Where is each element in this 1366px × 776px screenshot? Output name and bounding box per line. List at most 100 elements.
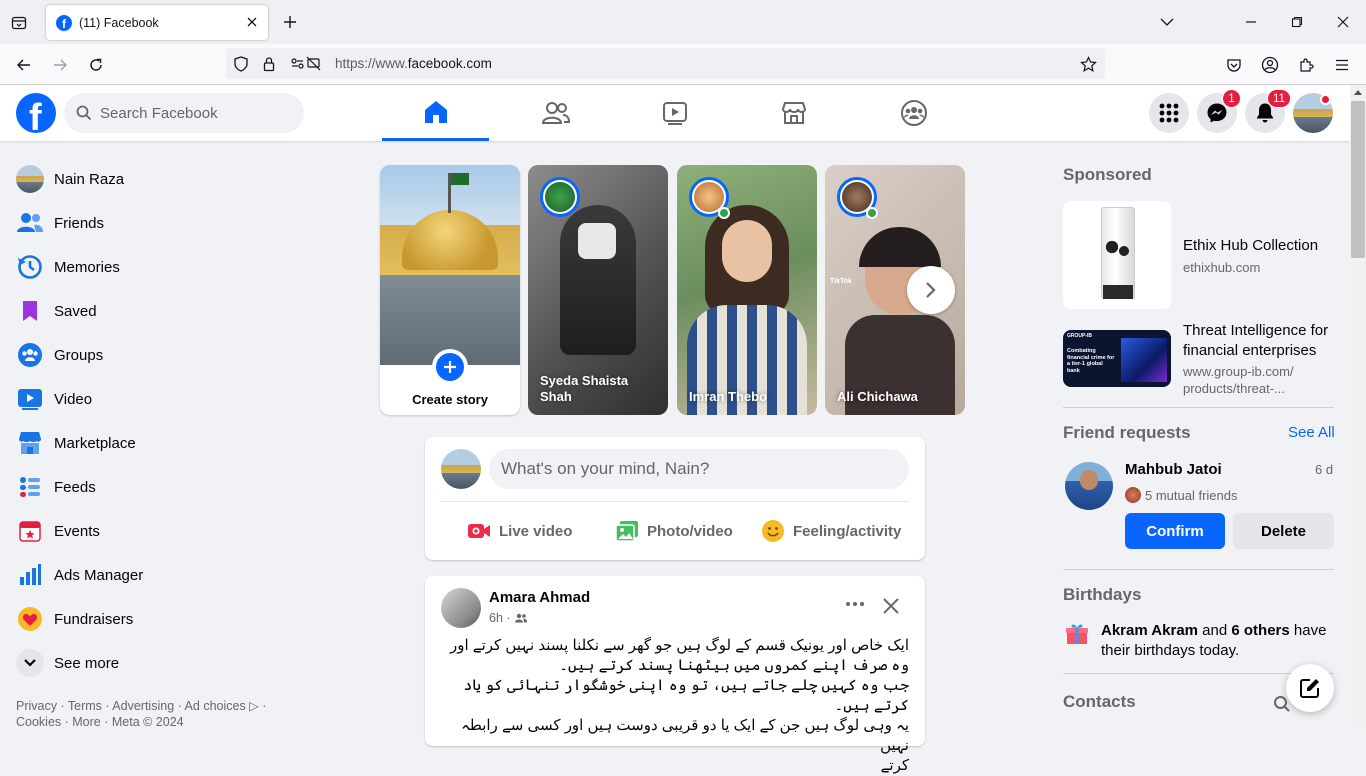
birthday-text[interactable]: Akram Akram and 6 others have their birt… xyxy=(1101,621,1331,661)
more-options-icon[interactable] xyxy=(841,594,869,614)
close-window-icon[interactable] xyxy=(1333,12,1353,32)
url-text: https://www.facebook.com xyxy=(335,56,492,71)
sidebar-item-saved[interactable]: Saved xyxy=(8,289,348,333)
footer-line-1[interactable]: Privacy · Terms · Advertising · Ad choic… xyxy=(16,698,316,714)
messenger-button[interactable]: 1 xyxy=(1197,89,1241,133)
minimize-window-icon[interactable] xyxy=(1241,12,1261,32)
composer-avatar[interactable] xyxy=(441,449,481,489)
sidebar-item-groups[interactable]: Groups xyxy=(8,333,348,377)
search-box[interactable] xyxy=(64,93,304,133)
story-card[interactable]: Imran Thebo xyxy=(677,165,817,415)
tab-overflow-chevron-icon[interactable] xyxy=(1157,12,1177,32)
notifications-button[interactable]: 11 xyxy=(1245,89,1291,133)
post-text: ایک خاص اور یونیک قسم کے لوگ ہیں جو گھر … xyxy=(441,636,909,776)
tab-video[interactable] xyxy=(621,85,728,141)
story-name: Imran Thebo xyxy=(689,389,768,404)
sidebar-item-video[interactable]: Video xyxy=(8,377,348,421)
bookmark-star-icon[interactable] xyxy=(1079,55,1097,73)
photo-video-button[interactable]: Photo/video xyxy=(615,513,733,549)
friend-request-avatar[interactable] xyxy=(1065,462,1113,510)
post-time[interactable]: 6h · xyxy=(489,611,511,625)
ad-url[interactable]: ethixhub.com xyxy=(1183,259,1260,276)
sidebar-item-fundraisers[interactable]: Fundraisers xyxy=(8,597,348,641)
scroll-up-arrow-icon[interactable] xyxy=(1353,88,1363,96)
reload-icon[interactable] xyxy=(85,54,107,76)
facebook-logo-icon[interactable]: f xyxy=(16,93,56,133)
page-scrollbar-thumb[interactable] xyxy=(1351,101,1365,258)
video-icon xyxy=(16,385,44,413)
sidebar-item-marketplace[interactable]: Marketplace xyxy=(8,421,348,465)
feeling-activity-button[interactable]: Feeling/activity xyxy=(761,513,901,549)
ad-image-group-ib[interactable]: GROUP-IB Combating financial crime for a… xyxy=(1063,330,1171,387)
ads-manager-icon xyxy=(16,561,44,589)
sidebar-item-friends[interactable]: Friends xyxy=(8,201,348,245)
post-author-name[interactable]: Amara Ahmad xyxy=(489,589,590,606)
birthday-name[interactable]: Akram Akram xyxy=(1101,622,1198,639)
lock-icon[interactable] xyxy=(260,55,278,73)
close-post-icon[interactable] xyxy=(879,594,903,618)
friend-request-name[interactable]: Mahbub Jatoi xyxy=(1125,461,1222,478)
pocket-icon[interactable] xyxy=(1223,54,1245,76)
sidebar-item-events[interactable]: Events xyxy=(8,509,348,553)
new-tab-plus-icon[interactable] xyxy=(280,12,300,32)
sidebar-item-label: Friends xyxy=(54,214,105,232)
restore-window-icon[interactable] xyxy=(1287,12,1307,32)
sidebar-item-profile[interactable]: Nain Raza xyxy=(8,157,348,201)
account-icon[interactable] xyxy=(1259,54,1281,76)
story-card[interactable]: Syeda Shaista Shah xyxy=(528,165,668,415)
menu-grid-button[interactable] xyxy=(1149,93,1189,133)
tracking-protection-shield-icon[interactable] xyxy=(232,55,250,73)
new-message-button[interactable] xyxy=(1286,664,1334,712)
friends-icon xyxy=(16,209,44,237)
tab-home[interactable] xyxy=(382,85,489,141)
sidebar-item-label: Video xyxy=(54,390,93,408)
story-face-shape xyxy=(722,220,772,282)
sidebar-item-label: Groups xyxy=(54,346,104,364)
tab-friends[interactable] xyxy=(502,85,609,141)
ad-image-text: Combating financial crime for a tier-1 g… xyxy=(1067,348,1115,374)
search-input[interactable] xyxy=(100,104,280,122)
story-mask-shape xyxy=(578,223,616,259)
birthday-text-part: have xyxy=(1289,622,1327,639)
ad-title[interactable]: Ethix Hub Collection xyxy=(1183,236,1318,256)
sidebar-item-label: See more xyxy=(54,654,120,672)
stories-next-button[interactable] xyxy=(907,266,955,314)
sidebar-item-feeds[interactable]: Feeds xyxy=(8,465,348,509)
facebook-favicon-icon: f xyxy=(56,14,72,31)
browser-tab-facebook[interactable]: f (11) Facebook xyxy=(46,5,268,40)
friend-requests-heading: Friend requests xyxy=(1063,423,1191,442)
ad-url[interactable]: www.group-ib.com/ products/threat-... xyxy=(1183,363,1294,397)
permissions-icon[interactable] xyxy=(288,55,324,73)
sidebar-item-memories[interactable]: Memories xyxy=(8,245,348,289)
post-author-avatar[interactable] xyxy=(441,588,481,628)
tab-list-icon[interactable] xyxy=(8,12,30,34)
see-all-link[interactable]: See All xyxy=(1288,424,1335,441)
delete-button[interactable]: Delete xyxy=(1233,513,1334,549)
browser-tab-bar: f (11) Facebook xyxy=(0,0,1366,44)
address-bar[interactable]: https://www.facebook.com xyxy=(226,48,1105,79)
menu-hamburger-icon[interactable] xyxy=(1331,54,1353,76)
story-name: Ali Chichawa xyxy=(837,389,918,404)
plus-icon[interactable] xyxy=(432,349,468,385)
extensions-puzzle-icon[interactable] xyxy=(1295,54,1317,76)
avatar-face-shape xyxy=(1080,470,1098,490)
post-text-line: کرتے xyxy=(880,757,909,774)
ad-title-line: financial enterprises xyxy=(1183,342,1317,359)
confirm-button[interactable]: Confirm xyxy=(1125,513,1225,549)
composer-input[interactable]: What's on your mind, Nain? xyxy=(489,449,909,489)
forward-arrow-icon[interactable] xyxy=(49,54,71,76)
story-cap-shape xyxy=(859,227,941,267)
sidebar-item-ads-manager[interactable]: Ads Manager xyxy=(8,553,348,597)
live-video-button[interactable]: Live video xyxy=(467,513,572,549)
create-story-card[interactable]: Create story xyxy=(380,165,520,415)
sidebar-item-see-more[interactable]: See more xyxy=(8,641,348,685)
ad-title[interactable]: Threat Intelligence for financial enterp… xyxy=(1183,321,1328,361)
tab-groups[interactable] xyxy=(860,85,967,141)
close-tab-icon[interactable] xyxy=(244,14,260,30)
video-nav-icon xyxy=(662,102,687,125)
footer-links[interactable]: Privacy · Terms · Advertising · Ad choic… xyxy=(16,698,316,730)
ad-image-ethixhub[interactable] xyxy=(1063,201,1171,309)
back-arrow-icon[interactable] xyxy=(13,54,35,76)
birthday-others[interactable]: 6 others xyxy=(1231,622,1289,639)
tab-marketplace[interactable] xyxy=(740,85,847,141)
